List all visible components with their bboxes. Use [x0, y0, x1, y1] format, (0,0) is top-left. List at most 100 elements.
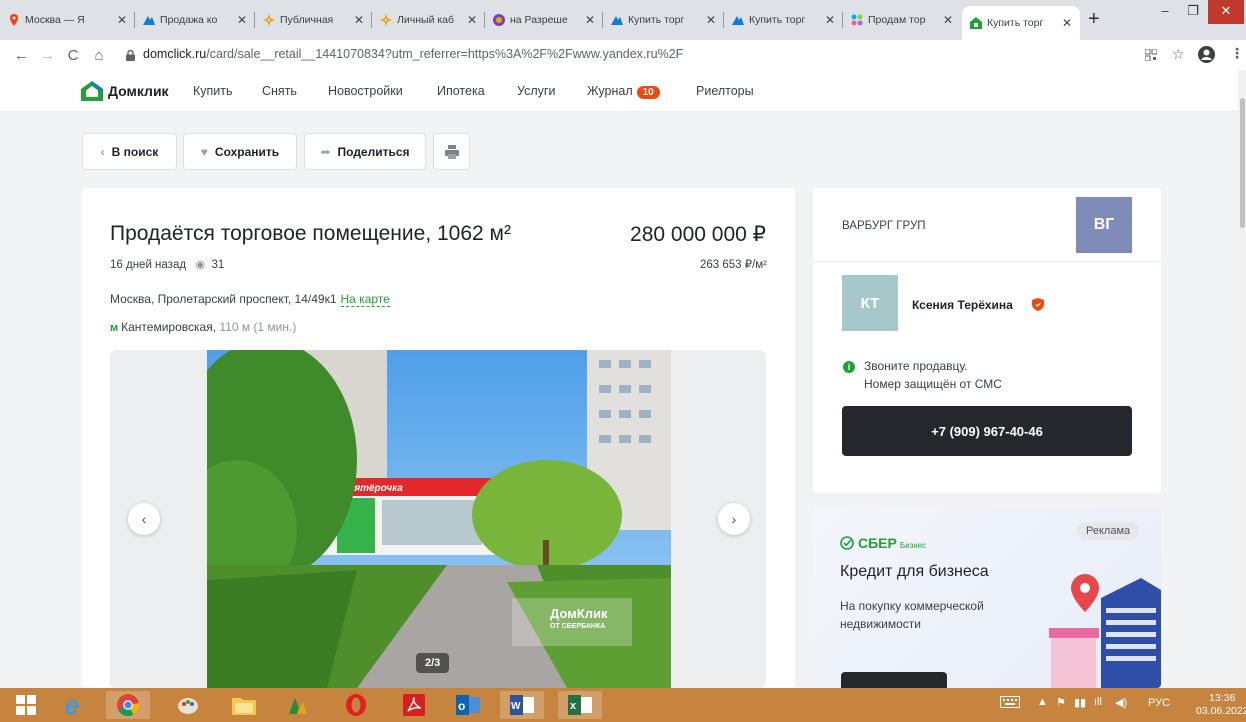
chart-app-icon[interactable] [276, 691, 320, 719]
print-button[interactable] [433, 133, 470, 170]
sber-business-logo: СБЕР Бизнес [840, 535, 926, 551]
divider [813, 261, 1161, 262]
windows-taskbar: e o W x ▲ ⚑ ▮▮ ıll ◀) РУС [0, 688, 1246, 722]
agent-name[interactable]: Ксения Терёхина [912, 298, 1013, 312]
save-button[interactable]: ♥ Сохранить [183, 133, 297, 170]
qr-code-icon[interactable] [1144, 48, 1158, 66]
forward-icon[interactable]: → [40, 47, 55, 64]
menu-icon[interactable]: ⋮ [1230, 45, 1244, 62]
internet-explorer-icon[interactable]: e [50, 690, 94, 720]
view-count: 31 [211, 259, 225, 271]
browser-tab[interactable]: Москва — Я ✕ [0, 8, 135, 32]
address-bar[interactable]: domclick.ru/card/sale__retail__144107083… [143, 47, 683, 61]
metro-info: ᴍ Кантемировская, 110 м (1 мин.) [110, 320, 296, 334]
share-button[interactable]: ➦ Поделиться [304, 133, 426, 170]
browser-tab[interactable]: Купить торг ✕ [603, 8, 724, 32]
opera-icon[interactable] [334, 691, 378, 719]
agency-avatar[interactable]: ВГ [1076, 197, 1132, 253]
site-header: Домклик Купить Снять Новостройки Ипотека… [0, 70, 1238, 112]
chrome-icon[interactable] [106, 691, 150, 719]
map-link[interactable]: На карте [340, 292, 390, 307]
site-icon [493, 14, 505, 26]
rosreestr-icon [380, 14, 392, 26]
close-tab-icon[interactable]: ✕ [237, 13, 247, 27]
close-tab-icon[interactable]: ✕ [354, 13, 364, 27]
journal-badge: 10 [636, 86, 660, 99]
ad-cta-button[interactable] [841, 672, 947, 688]
ad-text-line-2: недвижимости [840, 617, 921, 631]
tab-title: на Разреше [510, 14, 568, 26]
logo-text: Домклик [108, 83, 169, 99]
bookmark-star-icon[interactable]: ☆ [1172, 46, 1185, 63]
nav-realtors[interactable]: Риелторы [696, 84, 754, 98]
language-indicator[interactable]: РУС [1148, 697, 1170, 709]
system-clock[interactable]: 13:36 03.06.2022 [1196, 692, 1246, 718]
ad-text-line-1: На покупку коммерческой [840, 599, 984, 613]
profile-icon[interactable] [1198, 46, 1215, 68]
browser-tab-active[interactable]: Купить торг ✕ [962, 6, 1080, 40]
word-icon[interactable]: W [500, 691, 544, 719]
metro-station: Кантемировская, [121, 320, 217, 334]
maximize-button[interactable]: ❐ [1180, 0, 1206, 24]
home-icon[interactable]: ⌂ [92, 47, 106, 64]
browser-tab[interactable]: на Разреше ✕ [485, 8, 603, 32]
posted-date: 16 дней назад [110, 259, 187, 271]
close-window-button[interactable]: ✕ [1208, 0, 1244, 24]
signal-icon[interactable]: ıll [1094, 696, 1102, 708]
gallery-next-button[interactable]: › [718, 503, 750, 535]
tab-title: Публичная [280, 14, 334, 26]
sber-brand-subtext: Бизнес [899, 540, 927, 550]
close-tab-icon[interactable]: ✕ [706, 13, 716, 27]
browser-tab[interactable]: Продажа ко ✕ [135, 8, 255, 32]
file-explorer-icon[interactable] [222, 691, 266, 719]
gallery-prev-button[interactable]: ‹ [128, 503, 160, 535]
paint-icon[interactable] [166, 691, 210, 719]
back-icon[interactable]: ← [14, 47, 29, 64]
minimize-button[interactable]: – [1152, 0, 1178, 24]
browser-toolbar: ← → C ⌂ domclick.ru/card/sale__retail__1… [0, 40, 1246, 70]
close-tab-icon[interactable]: ✕ [943, 13, 953, 27]
outlook-icon[interactable]: o [446, 691, 490, 719]
browser-tab[interactable]: Публичная ✕ [255, 8, 372, 32]
metro-distance: 110 м (1 мин.) [219, 320, 297, 334]
clock-date: 03.06.2022 [1196, 705, 1246, 717]
close-tab-icon[interactable]: ✕ [1062, 16, 1072, 30]
agency-name[interactable]: ВАРБУРГ ГРУП [842, 220, 926, 232]
phone-button[interactable]: +7 (909) 967-40-46 [842, 406, 1132, 456]
browser-tab[interactable]: Продам тор ✕ [843, 8, 961, 32]
close-tab-icon[interactable]: ✕ [117, 13, 127, 27]
close-tab-icon[interactable]: ✕ [467, 13, 477, 27]
nav-journal[interactable]: Журнал 10 [587, 84, 660, 99]
new-tab-button[interactable]: + [1088, 8, 1100, 31]
windows-start-button[interactable] [4, 691, 48, 719]
scrollbar-thumb[interactable] [1240, 98, 1245, 228]
share-label: Поделиться [337, 144, 410, 159]
nav-rent[interactable]: Снять [262, 84, 297, 98]
browser-tab[interactable]: Личный каб ✕ [372, 8, 485, 32]
cian-icon [143, 14, 155, 26]
tab-title: Купить торг [987, 17, 1044, 29]
close-tab-icon[interactable]: ✕ [825, 13, 835, 27]
network-icon[interactable]: ▮▮ [1074, 696, 1086, 709]
sber-brand-text: СБЕР [858, 535, 897, 551]
flag-icon[interactable]: ⚑ [1056, 696, 1066, 709]
volume-icon[interactable]: ◀) [1115, 696, 1127, 709]
back-to-search-button[interactable]: ‹ В поиск [82, 133, 177, 170]
photo-gallery[interactable]: Пятёрочка [110, 350, 766, 688]
tab-title: Личный каб [397, 14, 455, 26]
nav-buy[interactable]: Купить [193, 84, 233, 98]
close-tab-icon[interactable]: ✕ [585, 13, 595, 27]
reload-icon[interactable]: C [66, 47, 80, 64]
browser-tab[interactable]: Купить торг ✕ [724, 8, 843, 32]
nav-mortgage[interactable]: Ипотека [437, 84, 485, 98]
nav-new-buildings[interactable]: Новостройки [328, 84, 403, 98]
nav-services[interactable]: Услуги [517, 84, 555, 98]
acrobat-reader-icon[interactable] [392, 691, 436, 719]
tab-title: Продажа ко [160, 14, 218, 26]
tray-expand-icon[interactable]: ▲ [1037, 696, 1048, 708]
domclick-logo[interactable]: Домклик [81, 81, 169, 101]
tab-title: Купить торг [628, 14, 685, 26]
excel-icon[interactable]: x [558, 691, 602, 719]
keyboard-icon[interactable] [1000, 696, 1020, 711]
agent-avatar[interactable]: КТ [842, 275, 898, 331]
